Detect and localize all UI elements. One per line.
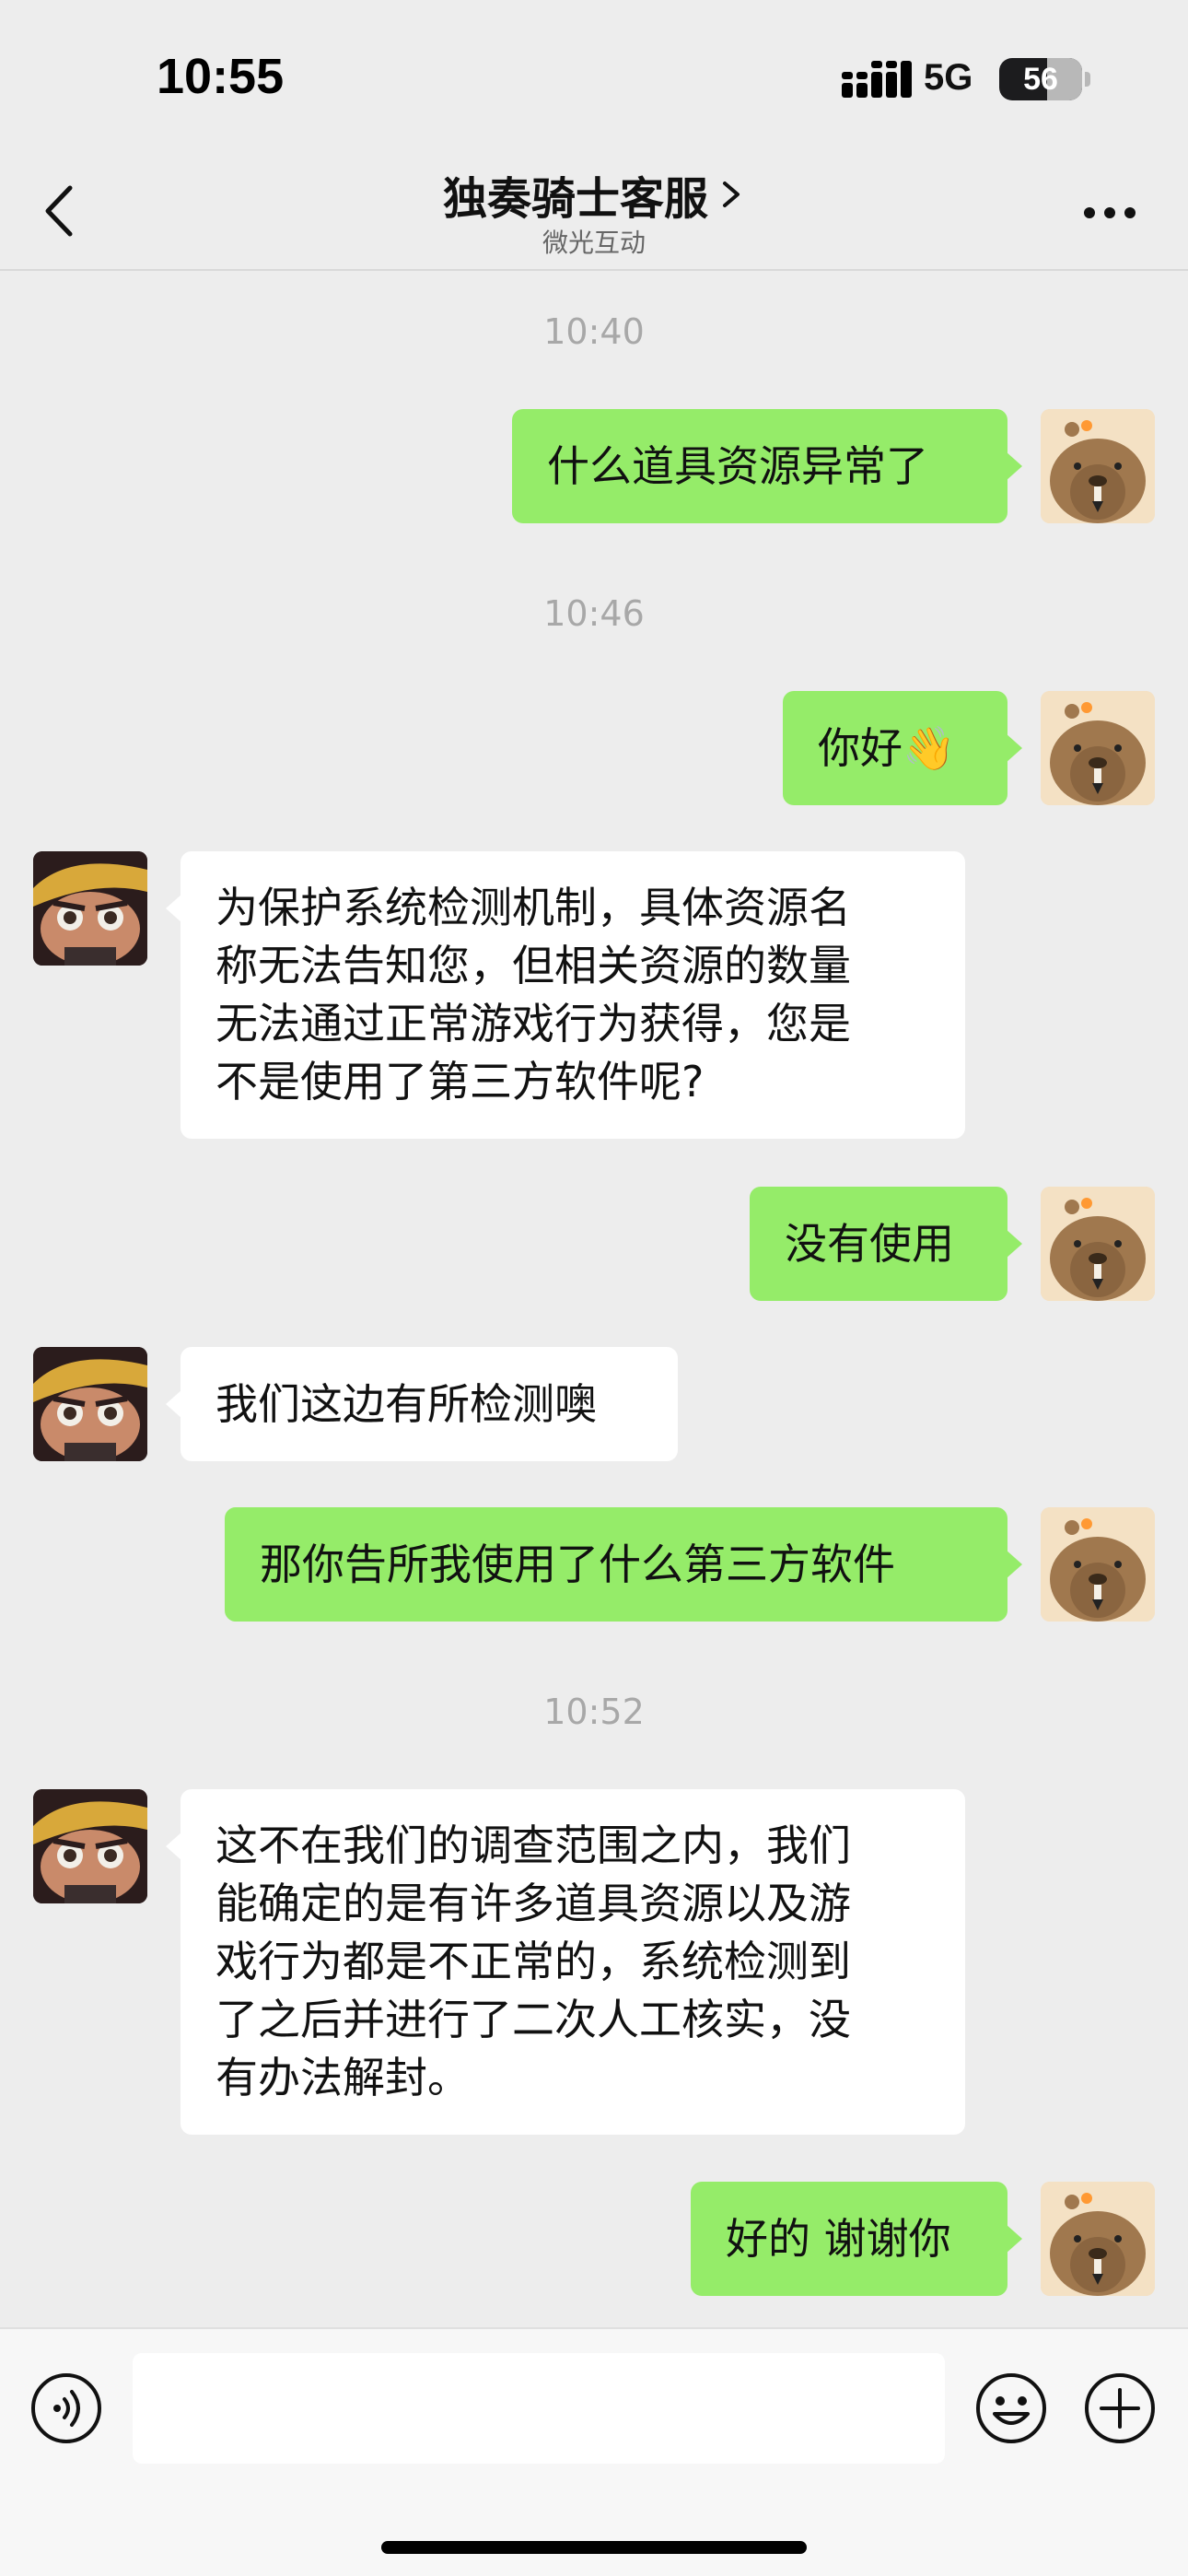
- message-bubble-sent[interactable]: 没有使用: [750, 1187, 1022, 1301]
- my-avatar[interactable]: [1041, 409, 1155, 523]
- status-time: 10:55: [157, 49, 285, 104]
- status-bar: 10:55 5G 56: [0, 0, 1188, 157]
- message-text-line: 称无法告知您，但相关资源的数量: [215, 941, 851, 990]
- message-text: 我们这边有所检测噢: [215, 1379, 597, 1429]
- chat-subtitle: 微光互动: [542, 228, 646, 258]
- message-bubble-sent[interactable]: 好的 谢谢你: [691, 2182, 1022, 2296]
- signal-strength-icon: [842, 61, 912, 98]
- message-bubble-received[interactable]: 为保护系统检测机制，具体资源名 称无法告知您，但相关资源的数量 无法通过正常游戏…: [166, 851, 965, 1139]
- message-bubble-received[interactable]: 我们这边有所检测噢: [166, 1347, 678, 1461]
- message-timestamp: 10:52: [543, 1692, 645, 1732]
- agent-avatar[interactable]: [33, 851, 147, 966]
- message-bubble-received[interactable]: 这不在我们的调查范围之内，我们 能确定的是有许多道具资源以及游 戏行为都是不正常…: [166, 1789, 965, 2135]
- chat-title-link[interactable]: 独奏骑士客服: [0, 162, 1188, 227]
- message-text-line: 不是使用了第三方软件呢?: [215, 1057, 705, 1107]
- message-text: 那你告所我使用了什么第三方软件: [260, 1540, 895, 1589]
- agent-avatar[interactable]: [33, 1347, 147, 1461]
- message-text-line: 戏行为都是不正常的，系统检测到: [215, 1937, 851, 1986]
- message-timestamp: 10:46: [543, 593, 645, 634]
- battery-tip: [1085, 72, 1090, 87]
- battery-percent: 56: [1023, 62, 1058, 97]
- capybara-avatar-icon: [1041, 691, 1155, 805]
- message-text: 没有使用: [785, 1219, 954, 1269]
- knight-avatar-icon: [33, 851, 147, 966]
- capybara-avatar-icon: [1041, 409, 1155, 523]
- chevron-right-icon: [723, 181, 740, 207]
- message-text-line: 这不在我们的调查范围之内，我们: [215, 1821, 851, 1870]
- more-dots-icon[interactable]: [1077, 190, 1142, 236]
- message-input[interactable]: [133, 2353, 945, 2464]
- message-text-line: 了之后并进行了二次人工核实，没: [215, 1995, 851, 2044]
- knight-avatar-icon: [33, 1789, 147, 1903]
- message-text: 你好👋: [818, 723, 956, 773]
- home-indicator[interactable]: [381, 2541, 807, 2554]
- message-text-line: 为保护系统检测机制，具体资源名: [215, 883, 851, 932]
- my-avatar[interactable]: [1041, 1187, 1155, 1301]
- message-text: 好的 谢谢你: [726, 2214, 951, 2264]
- capybara-avatar-icon: [1041, 1507, 1155, 1622]
- message-timestamp: 10:40: [543, 311, 645, 352]
- plus-icon[interactable]: [1083, 2371, 1157, 2445]
- message-text-line: 有办法解封。: [215, 2053, 470, 2102]
- message-bubble-sent[interactable]: 那你告所我使用了什么第三方软件: [225, 1507, 1022, 1622]
- knight-avatar-icon: [33, 1347, 147, 1461]
- my-avatar[interactable]: [1041, 2182, 1155, 2296]
- capybara-avatar-icon: [1041, 1187, 1155, 1301]
- my-avatar[interactable]: [1041, 1507, 1155, 1622]
- nav-bar: 独奏骑士客服 微光互动: [0, 157, 1188, 271]
- agent-avatar[interactable]: [33, 1789, 147, 1903]
- message-text-line: 无法通过正常游戏行为获得，您是: [215, 999, 851, 1048]
- message-bubble-sent[interactable]: 什么道具资源异常了: [512, 409, 1022, 523]
- voice-icon[interactable]: [29, 2371, 103, 2445]
- chat-input-bar: [0, 2327, 1188, 2576]
- message-bubble-sent[interactable]: 你好👋: [783, 691, 1022, 805]
- emoji-icon[interactable]: [974, 2371, 1048, 2445]
- capybara-avatar-icon: [1041, 2182, 1155, 2296]
- my-avatar[interactable]: [1041, 691, 1155, 805]
- message-text: 什么道具资源异常了: [547, 441, 928, 491]
- message-text-line: 能确定的是有许多道具资源以及游: [215, 1879, 851, 1928]
- network-type: 5G: [924, 57, 973, 98]
- battery-icon: 56: [999, 58, 1082, 100]
- chat-title: 独奏骑士客服: [442, 173, 708, 225]
